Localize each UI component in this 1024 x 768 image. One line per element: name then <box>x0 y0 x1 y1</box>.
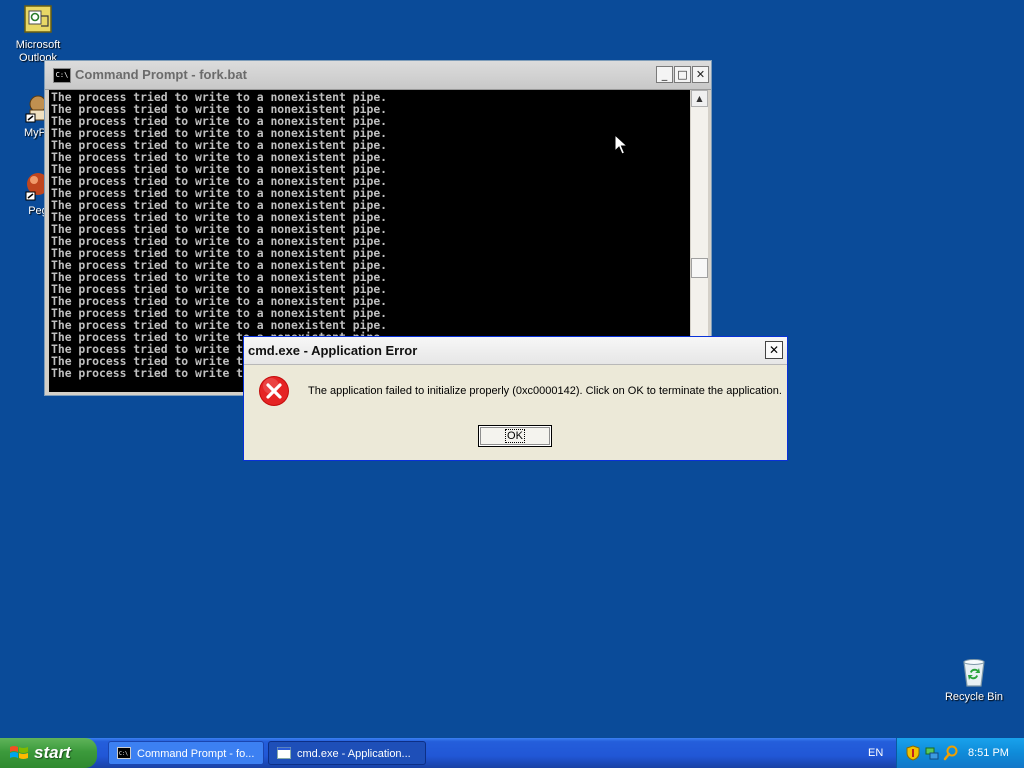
maximize-button[interactable]: □ <box>674 66 691 83</box>
network-icon[interactable] <box>924 745 940 761</box>
ok-button[interactable]: OK <box>478 425 552 447</box>
error-dialog-close-button[interactable]: ✕ <box>765 341 783 359</box>
close-button[interactable]: ✕ <box>692 66 709 83</box>
clock[interactable]: 8:51 PM <box>968 738 1009 768</box>
desktop: Microsoft Outlook MyPa Peg Recycle Bin C… <box>0 0 1024 768</box>
error-message: The application failed to initialize pro… <box>308 385 782 397</box>
desktop-icon-recycle-bin[interactable]: Recycle Bin <box>936 656 1012 704</box>
error-dialog-titlebar[interactable]: cmd.exe - Application Error ✕ <box>244 337 787 365</box>
taskbar-item-label: Command Prompt - fo... <box>137 748 255 760</box>
recycle-bin-icon <box>963 659 985 687</box>
desktop-icon-outlook[interactable]: Microsoft Outlook <box>0 4 76 65</box>
command-prompt-title: Command Prompt - fork.bat <box>75 67 247 82</box>
error-x-icon <box>259 376 289 406</box>
scroll-up-icon[interactable]: ▲ <box>691 90 708 107</box>
cmd-system-icon[interactable]: C:\ <box>53 68 71 83</box>
start-label: start <box>34 743 71 762</box>
taskbar-item-label: cmd.exe - Application... <box>297 748 411 760</box>
start-button[interactable]: start <box>0 738 97 768</box>
window-icon <box>277 747 291 759</box>
ok-button-label: OK <box>505 429 525 443</box>
mouse-pointer-icon <box>614 134 628 155</box>
application-error-dialog: cmd.exe - Application Error ✕ The applic… <box>243 336 788 461</box>
desktop-icon-label: Recycle Bin <box>944 691 1004 703</box>
language-indicator[interactable]: EN <box>868 738 883 768</box>
outlook-icon <box>24 5 52 33</box>
windows-flag-icon <box>10 746 28 759</box>
minimize-button[interactable]: _ <box>656 66 673 83</box>
taskbar-item-application-error[interactable]: cmd.exe - Application... <box>268 741 426 765</box>
search-icon[interactable] <box>943 745 959 761</box>
cmd-icon: C:\ <box>117 747 131 759</box>
svg-text:C:\: C:\ <box>119 751 128 757</box>
command-prompt-titlebar[interactable]: C:\ Command Prompt - fork.bat _ □ ✕ <box>45 61 711 90</box>
scroll-thumb[interactable] <box>691 258 708 278</box>
taskbar: start C:\ Command Prompt - fo... cmd.exe… <box>0 738 1024 768</box>
system-tray: 8:51 PM <box>896 738 1024 768</box>
taskbar-item-command-prompt[interactable]: C:\ Command Prompt - fo... <box>108 741 264 765</box>
security-shield-icon[interactable] <box>905 745 921 761</box>
error-dialog-title: cmd.exe - Application Error <box>248 343 418 358</box>
